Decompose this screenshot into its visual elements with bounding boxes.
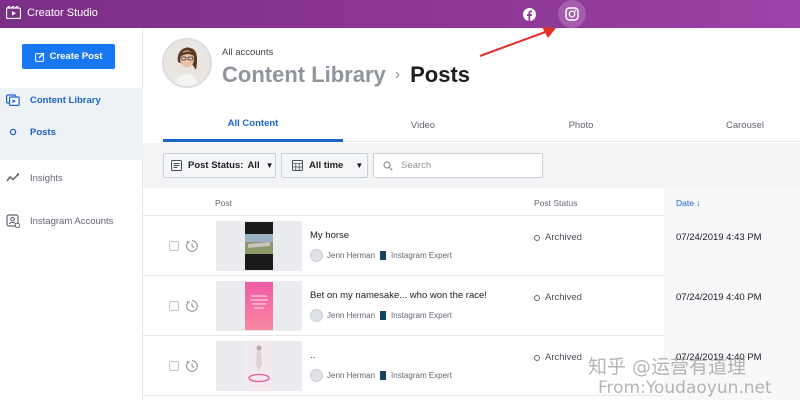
author-title: Instagram Expert — [391, 371, 452, 380]
author-avatar — [310, 249, 323, 262]
page-title: Posts — [410, 62, 471, 87]
post-status: Archived — [534, 232, 582, 243]
create-post-button[interactable]: Create Post — [22, 44, 115, 69]
status-dot-icon — [534, 234, 540, 241]
create-post-label: Create Post — [49, 51, 103, 62]
sidebar: Create Post Content Library Posts Insigh… — [0, 28, 143, 400]
column-post: Post — [215, 198, 233, 208]
tab-carousel[interactable]: Carousel — [685, 108, 800, 142]
calendar-icon — [292, 160, 303, 171]
accounts-icon — [6, 214, 20, 228]
date-range-label: All time — [309, 160, 344, 171]
date-cell-bg — [664, 216, 800, 276]
date-cell-bg — [664, 276, 800, 336]
post-status-dropdown[interactable]: Post Status: All ▼ — [163, 153, 276, 178]
sidebar-item-label: Instagram Accounts — [30, 215, 114, 227]
date-range-dropdown[interactable]: All time ▼ — [281, 153, 368, 178]
post-title[interactable]: Bet on my namesake... who won the race! — [310, 290, 487, 301]
search-input[interactable] — [401, 160, 531, 171]
post-status-label: Post Status: — [188, 160, 244, 171]
search-box[interactable] — [373, 153, 543, 178]
status-text: Archived — [545, 352, 582, 363]
post-status-value: All — [247, 160, 260, 171]
status-dot-icon — [534, 354, 540, 361]
post-title[interactable]: My horse — [310, 230, 349, 241]
separator-mark — [380, 251, 387, 260]
instagram-icon[interactable] — [558, 0, 586, 28]
author-name: Jenn Herman — [327, 251, 376, 260]
post-thumbnail[interactable] — [245, 282, 273, 330]
post-thumbnail[interactable] — [245, 222, 273, 270]
edit-icon — [34, 52, 45, 62]
tab-all-content[interactable]: All Content — [163, 108, 343, 142]
column-post-status: Post Status — [534, 198, 578, 208]
row-checkbox[interactable] — [169, 241, 179, 251]
library-icon — [6, 93, 20, 107]
post-title[interactable]: .. — [310, 350, 315, 361]
watermark-source: From:Youdaoyun.net — [598, 378, 772, 398]
clock-icon — [186, 300, 198, 312]
post-author: Jenn Herman Instagram Expert — [310, 309, 452, 322]
avatar — [162, 38, 212, 88]
content-tabs: All Content Video Photo Carousel — [163, 108, 800, 142]
table-header: Post Post Status Date ↓ — [143, 188, 800, 400]
chevron-down-icon: ▼ — [355, 161, 364, 170]
column-date-sort[interactable]: Date ↓ — [676, 198, 701, 208]
account-label: All accounts — [222, 47, 274, 58]
chevron-down-icon: ▼ — [265, 161, 274, 170]
dot-icon — [6, 125, 20, 139]
filter-bar: Post Status: All ▼ All time ▼ — [143, 143, 800, 188]
post-status: Archived — [534, 352, 582, 363]
author-avatar — [310, 309, 323, 322]
post-thumbnail[interactable] — [245, 342, 273, 390]
breadcrumb: Content Library › Posts — [222, 62, 470, 88]
author-title: Instagram Expert — [391, 311, 452, 320]
separator-mark — [380, 311, 387, 320]
author-avatar — [310, 369, 323, 382]
breadcrumb-separator: › — [394, 66, 401, 83]
insights-icon — [6, 171, 20, 185]
separator-mark — [380, 371, 387, 380]
post-date: 07/24/2019 4:43 PM — [676, 232, 762, 243]
brand[interactable]: Creator Studio — [6, 6, 98, 19]
table-row[interactable]: My horse Jenn Herman Instagram Expert Arc… — [143, 216, 800, 276]
breadcrumb-root[interactable]: Content Library — [222, 62, 386, 88]
sidebar-item-label: Posts — [30, 126, 56, 138]
author-title: Instagram Expert — [391, 251, 452, 260]
post-date: 07/24/2019 4:40 PM — [676, 292, 762, 303]
post-author: Jenn Herman Instagram Expert — [310, 369, 452, 382]
status-dot-icon — [534, 294, 540, 301]
table-row[interactable]: Bet on my namesake... who won the race! … — [143, 276, 800, 336]
search-icon — [383, 160, 393, 171]
row-checkbox[interactable] — [169, 361, 179, 371]
facebook-icon[interactable] — [518, 4, 540, 24]
tab-photo[interactable]: Photo — [521, 108, 641, 142]
tab-video[interactable]: Video — [363, 108, 483, 142]
author-name: Jenn Herman — [327, 311, 376, 320]
status-filter-icon — [171, 160, 182, 171]
app-title: Creator Studio — [27, 6, 98, 19]
clock-icon — [186, 240, 198, 252]
sidebar-item-label: Insights — [30, 172, 63, 184]
row-checkbox[interactable] — [169, 301, 179, 311]
sidebar-item-label: Content Library — [30, 94, 101, 106]
post-status: Archived — [534, 292, 582, 303]
creator-studio-logo-icon — [6, 6, 21, 19]
top-bar: Creator Studio — [0, 0, 800, 28]
clock-icon — [186, 360, 198, 372]
watermark-zhihu: 知乎 @运营有道理 — [588, 356, 747, 378]
status-text: Archived — [545, 232, 582, 243]
status-text: Archived — [545, 292, 582, 303]
author-name: Jenn Herman — [327, 371, 376, 380]
post-author: Jenn Herman Instagram Expert — [310, 249, 452, 262]
